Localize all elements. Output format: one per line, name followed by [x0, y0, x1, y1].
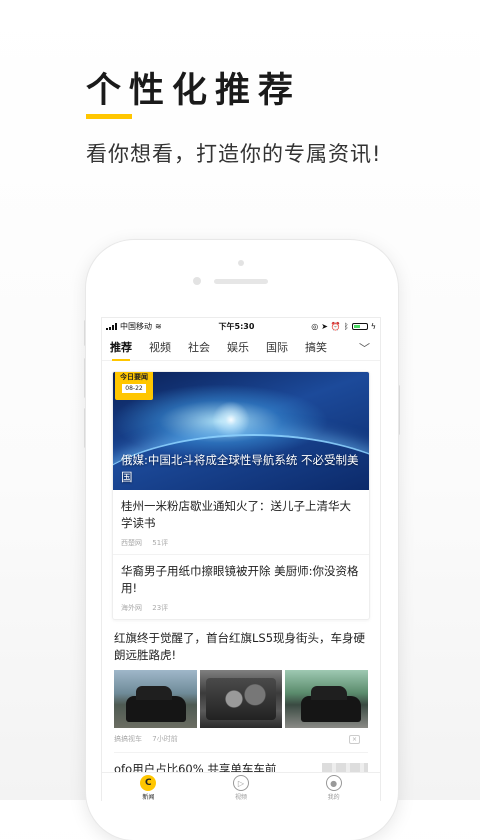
badge-title: 今日要闻 — [120, 373, 148, 381]
phone-camera — [193, 277, 201, 285]
tab-international[interactable]: 国际 — [266, 339, 288, 355]
featured-news-card: 今日要闻 08-22 俄媒:中国北斗将成全球性导航系统 不必受制美国 桂州一米粉… — [112, 371, 370, 620]
news-meta: 海外网 23评 — [121, 603, 361, 613]
promo-subtitle: 看你想看，打造你的专属资讯! — [86, 142, 382, 166]
article-photos — [114, 670, 369, 728]
news-comments: 51评 — [152, 539, 169, 547]
phone-speaker — [214, 279, 268, 284]
status-bar: 中国移动 ≋ 下午5:30 ◎ ➤ ⏰ ᛒ ϟ — [102, 318, 380, 334]
nav-me[interactable]: ● 我的 — [304, 773, 364, 801]
tab-video[interactable]: 视频 — [149, 339, 171, 355]
chevron-down-icon[interactable]: ﹀ — [359, 340, 370, 356]
article-title: 红旗终于觉醒了，首台红旗LS5现身街头，车身硬朗远胜路虎! — [114, 631, 366, 662]
promo-underline — [86, 114, 132, 119]
article-time: 7小时前 — [152, 735, 178, 743]
user-icon: ● — [325, 775, 342, 791]
today-news-badge: 今日要闻 08-22 — [115, 372, 153, 400]
badge-date: 08-22 — [122, 384, 146, 393]
location-icon: ➤ — [321, 321, 328, 331]
car-rear-photo — [285, 670, 369, 728]
car-engine-photo — [199, 670, 283, 728]
article-card[interactable]: 红旗终于觉醒了，首台红旗LS5现身街头，车身硬朗远胜路虎! 搞搞视车 7小时前 … — [102, 620, 380, 753]
list-item[interactable]: 华裔男子用纸巾擦眼镜被开除 美厨师:你没资格用! 海外网 23评 — [113, 555, 369, 619]
phone-screen: 中国移动 ≋ 下午5:30 ◎ ➤ ⏰ ᛒ ϟ 推荐 视频 社会 娱乐 国际 搞… — [101, 317, 381, 801]
news-comments: 23评 — [152, 604, 169, 612]
news-source: 海外网 — [121, 604, 142, 612]
carrier-name: 中国移动 — [120, 321, 152, 331]
tab-society[interactable]: 社会 — [188, 339, 210, 355]
status-time: 下午5:30 — [218, 321, 255, 331]
news-meta: 西楚网 51评 — [121, 538, 361, 548]
dismiss-icon[interactable]: × — [349, 734, 360, 744]
video-icon: ▷ — [232, 775, 249, 791]
hero-title: 俄媒:中国北斗将成全球性导航系统 不必受制美国 — [121, 453, 359, 484]
promo-title: 个性化推荐 — [86, 71, 302, 111]
article-meta: 搞搞视车 7小时前 × — [114, 734, 368, 753]
phone-sensor — [238, 260, 244, 266]
nav-video[interactable]: ▷ 视频 — [211, 773, 271, 801]
news-source: 西楚网 — [121, 539, 142, 547]
nav-news[interactable]: C 新闻 — [118, 773, 178, 801]
car-front-photo — [114, 670, 197, 728]
tab-entertainment[interactable]: 娱乐 — [227, 339, 249, 355]
wifi-icon: ≋ — [155, 321, 162, 331]
list-item[interactable]: 桂州一米粉店歇业通知火了：送儿子上清华大学读书 西楚网 51评 — [113, 490, 369, 555]
charging-icon: ϟ — [370, 321, 376, 331]
bluetooth-icon: ᛒ — [343, 321, 349, 331]
hero-news[interactable]: 今日要闻 08-22 俄媒:中国北斗将成全球性导航系统 不必受制美国 — [113, 372, 369, 490]
battery-icon — [351, 322, 368, 330]
news-title: 华裔男子用纸巾擦眼镜被开除 美厨师:你没资格用! — [121, 564, 359, 595]
tab-recommend[interactable]: 推荐 — [110, 339, 132, 361]
tab-funny[interactable]: 搞笑 — [305, 339, 327, 355]
bottom-nav: C 新闻 ▷ 视频 ● 我的 — [102, 772, 380, 801]
lock-rotation-icon: ◎ — [311, 321, 319, 331]
news-title: 桂州一米粉店歇业通知火了：送儿子上清华大学读书 — [121, 499, 351, 530]
signal-icon — [106, 322, 117, 330]
article-source: 搞搞视车 — [114, 735, 142, 743]
news-home-icon: C — [140, 775, 157, 791]
category-tabs: 推荐 视频 社会 娱乐 国际 搞笑 ﹀ — [102, 334, 380, 361]
alarm-icon: ⏰ — [330, 321, 341, 331]
